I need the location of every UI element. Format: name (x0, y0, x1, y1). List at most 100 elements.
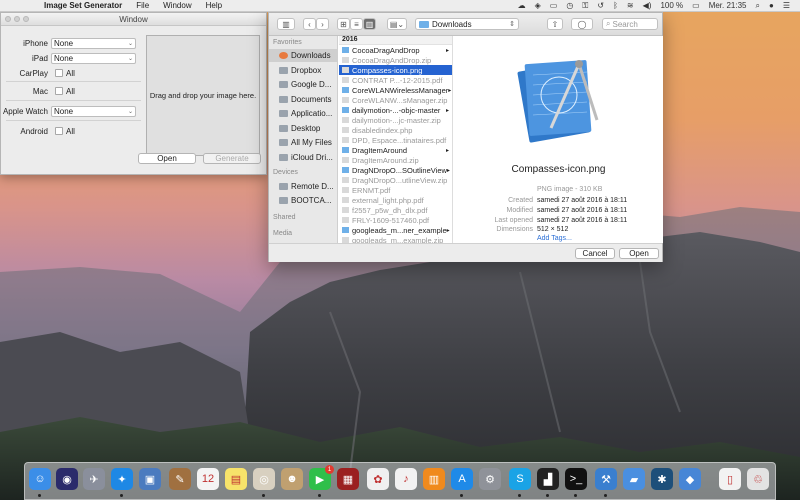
tag-icon[interactable]: ◯ (571, 18, 593, 30)
search-field[interactable]: ⌕ Search (602, 18, 658, 30)
finder-icon[interactable]: ☺ (29, 468, 51, 490)
open-button[interactable]: Open (138, 153, 196, 164)
folder-icon (279, 81, 288, 88)
apple-watch-select[interactable]: None ⌄ (51, 105, 136, 117)
app-menu[interactable]: Image Set Generator (44, 1, 122, 10)
document-icon[interactable]: ▯ (719, 468, 741, 490)
itunes-icon[interactable]: ♪ (395, 468, 417, 490)
file-row[interactable]: ERNMT.pdf (339, 185, 452, 195)
activity-monitor-icon[interactable]: ▟ (537, 468, 559, 490)
file-row[interactable]: CONTRAT P...-12-2015.pdf (339, 75, 452, 85)
sidebar-item-desktop[interactable]: Desktop (269, 122, 337, 135)
ibooks-icon[interactable]: ▥ (423, 468, 445, 490)
generate-button[interactable]: Generate (203, 153, 261, 164)
battery-icon[interactable]: ▭ (692, 1, 700, 10)
safari-icon[interactable]: ✦ (111, 468, 133, 490)
cancel-button[interactable]: Cancel (575, 248, 615, 259)
list-view-icon[interactable]: ≡ (350, 18, 363, 30)
file-row[interactable]: dailymotion-...-objc-master ▸ (339, 105, 452, 115)
sidebar-item-applications[interactable]: Applicatio... (269, 107, 337, 120)
carplay-all-checkbox[interactable] (55, 69, 63, 77)
mac-all-checkbox[interactable] (55, 87, 63, 95)
column-view-icon[interactable]: ▥ (363, 18, 376, 30)
folder-icon[interactable]: ▰ (623, 468, 645, 490)
xcode-icon[interactable]: ⚒ (595, 468, 617, 490)
app-store-icon[interactable]: A (451, 468, 473, 490)
keychain-icon[interactable]: ⚿ (582, 1, 588, 11)
arrange-menu-icon[interactable]: ▤⌄ (387, 18, 407, 30)
monitor-icon[interactable]: ▭ (550, 1, 558, 10)
file-row[interactable]: CocoaDragAndDrop.zip (339, 55, 452, 65)
photos-icon[interactable]: ✿ (367, 468, 389, 490)
iphone-select[interactable]: None ⌄ (51, 37, 136, 49)
file-row[interactable]: DragNDropO...SOutlineView ▸ (339, 165, 452, 175)
notification-center-icon[interactable]: ☰ (783, 1, 790, 10)
media-header: Media (273, 230, 293, 237)
location-popup[interactable]: Downloads ⇕ (415, 18, 519, 30)
file-row[interactable]: disabledindex.php (339, 125, 452, 135)
ipad-select[interactable]: None ⌄ (51, 52, 136, 64)
back-button[interactable]: ‹ (303, 18, 316, 30)
image-dropzone[interactable]: Drag and drop your image here. (146, 35, 260, 156)
clock-status-icon[interactable]: ◷ (566, 1, 573, 10)
file-row[interactable]: DragItemAround.zip (339, 155, 452, 165)
file-row[interactable]: FRLY-1609-517460.pdf (339, 215, 452, 225)
sidebar-item-remote-disc[interactable]: Remote D... (269, 180, 337, 193)
sidebar-item-all-my-files[interactable]: All My Files (269, 136, 337, 149)
skype-icon[interactable]: S (509, 468, 531, 490)
notes-icon[interactable]: ✎ (169, 468, 191, 490)
menu-window[interactable]: Window (163, 1, 191, 10)
clock[interactable]: Mer. 21:35 (709, 1, 747, 10)
forward-button[interactable]: › (316, 18, 329, 30)
window-titlebar[interactable]: Window (1, 13, 266, 26)
share-icon[interactable]: ⇧ (547, 18, 563, 30)
file-row[interactable]: CoreWLANWirelessManager ▸ (339, 85, 452, 95)
file-row[interactable]: Compasses-icon.png (339, 65, 452, 75)
file-row[interactable]: dailymotion-...jc-master.zip (339, 115, 452, 125)
menu-file[interactable]: File (136, 1, 149, 10)
file-row[interactable]: googleads_m...example.zip (339, 235, 452, 243)
volume-icon[interactable]: ◀) (643, 1, 652, 10)
terminal-icon[interactable]: >_ (565, 468, 587, 490)
file-row[interactable]: CocoaDragAndDrop ▸ (339, 45, 452, 55)
file-row[interactable]: DragNDropO...utlineView.zip (339, 175, 452, 185)
file-row[interactable]: f2557_p5w_dh_dlx.pdf (339, 205, 452, 215)
bluetooth-icon[interactable]: ᛒ (613, 1, 618, 10)
trash-icon[interactable]: ♲ (747, 468, 769, 490)
calendar-icon[interactable]: 12 (197, 468, 219, 490)
dropbox-icon[interactable]: ◈ (535, 1, 541, 10)
cloud-sync-icon[interactable]: ☁ (518, 1, 526, 10)
sidebar-item-downloads[interactable]: Downloads (269, 49, 337, 62)
contacts-icon[interactable]: ☻ (281, 468, 303, 490)
blue-app-icon[interactable]: ◆ (679, 468, 701, 490)
sidebar-item-bootcamp[interactable]: BOOTCA... (269, 194, 337, 207)
sidebar-item-icloud-drive[interactable]: iCloud Dri... (269, 151, 337, 164)
stickies-icon[interactable]: ▤ (225, 468, 247, 490)
preview-icon[interactable]: ▣ (139, 468, 161, 490)
file-row[interactable]: external_light.php.pdf (339, 195, 452, 205)
icon-view-icon[interactable]: ⊞ (337, 18, 350, 30)
history-icon[interactable]: ↺ (597, 1, 604, 10)
launchpad-icon[interactable]: ✈ (83, 468, 105, 490)
sidebar-item-dropbox[interactable]: Dropbox (269, 64, 337, 77)
photos-preview-icon[interactable]: ◎ (253, 468, 275, 490)
sidebar-toggle-icon[interactable]: ▥ (277, 18, 295, 30)
disclosure-arrow-icon: ▸ (445, 47, 449, 54)
user-avatar[interactable]: ● (769, 1, 774, 10)
dialog-open-button[interactable]: Open (619, 248, 659, 259)
file-row[interactable]: DragItemAround ▸ (339, 145, 452, 155)
file-row[interactable]: DPD, Espace...tinataires.pdf (339, 135, 452, 145)
sourcetree-icon[interactable]: ✱ (651, 468, 673, 490)
sidebar-item-google-drive[interactable]: Google D... (269, 78, 337, 91)
file-row[interactable]: CoreWLANW...sManager.zip (339, 95, 452, 105)
menu-help[interactable]: Help (206, 1, 222, 10)
wifi-icon[interactable]: ≋ (627, 1, 634, 10)
file-row[interactable]: googleads_m...ner_example ▸ (339, 225, 452, 235)
battery-percent[interactable]: 100 % (660, 1, 683, 10)
photo-booth-icon[interactable]: ▦ (337, 468, 359, 490)
search-icon[interactable]: ⌕ (756, 1, 760, 11)
siri-icon[interactable]: ◉ (56, 468, 78, 490)
sidebar-item-documents[interactable]: Documents (269, 93, 337, 106)
android-all-checkbox[interactable] (55, 127, 63, 135)
system-preferences-icon[interactable]: ⚙ (479, 468, 501, 490)
